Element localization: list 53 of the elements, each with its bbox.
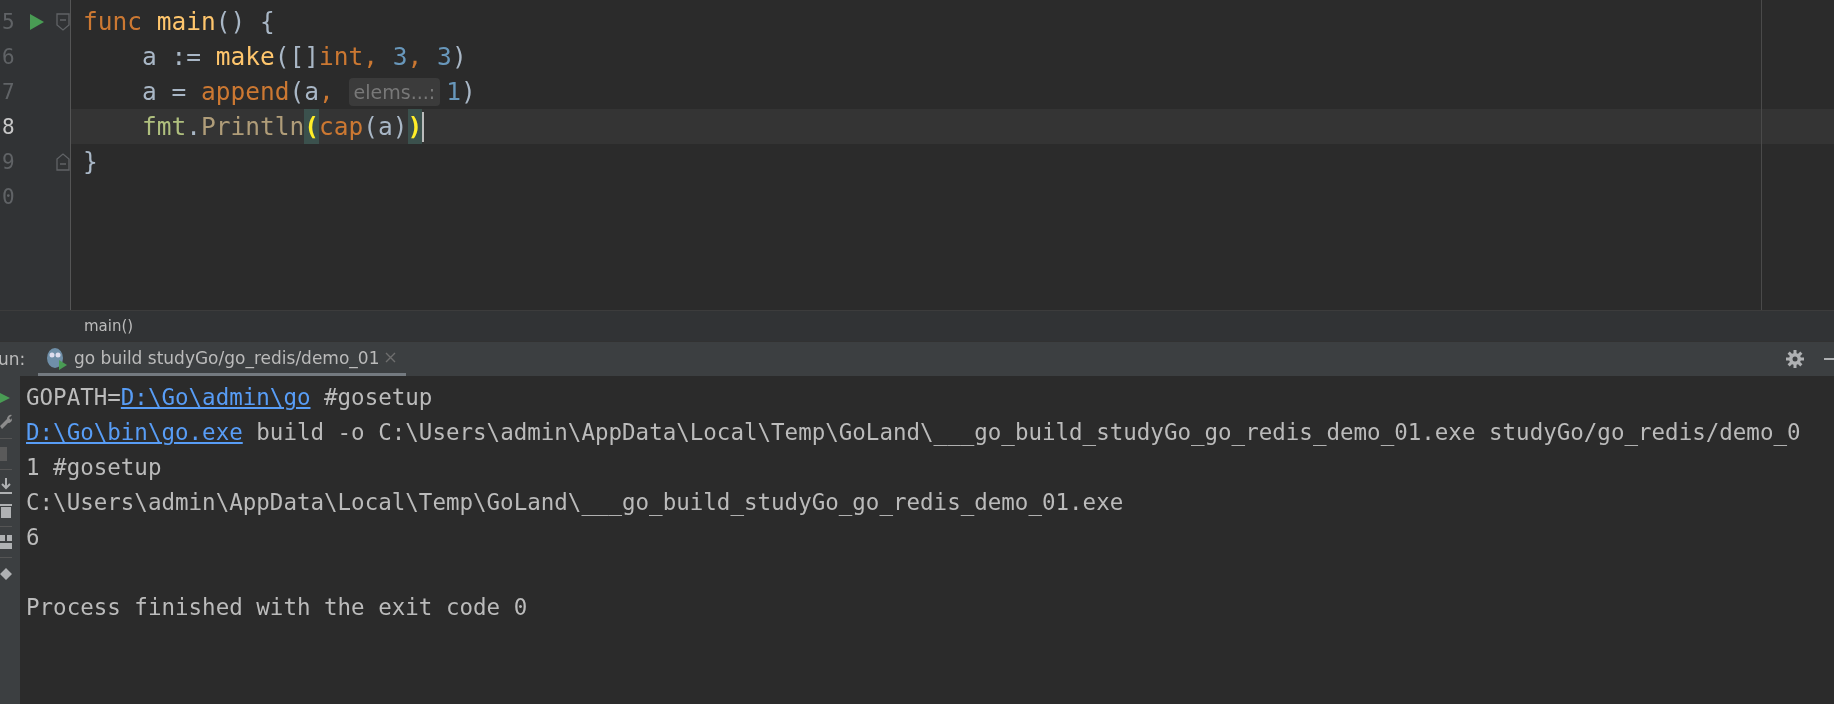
code-token: func <box>83 6 143 38</box>
fold-icon[interactable] <box>56 152 70 171</box>
console-output: Process finished with the exit code 0 <box>26 594 528 620</box>
code-token: , <box>407 41 424 73</box>
parameter-hint: elems...: <box>348 77 441 106</box>
code-token: a = <box>141 76 188 108</box>
settings-icon[interactable] <box>1786 350 1804 368</box>
code-token: } <box>83 146 98 178</box>
code-token: (a) <box>363 111 408 143</box>
code-token: int <box>319 41 364 73</box>
console-output: GOPATH= <box>26 384 121 410</box>
code-token: Println <box>201 111 305 143</box>
wrench-icon[interactable] <box>0 414 12 430</box>
close-icon[interactable] <box>385 352 397 363</box>
code-token: ( <box>304 109 320 144</box>
trash-icon[interactable] <box>0 502 12 518</box>
run-tab[interactable]: go build studyGo/go_redis/demo_01 <box>38 342 407 376</box>
breadcrumb[interactable]: main() <box>84 317 134 335</box>
run-icon[interactable] <box>30 13 45 30</box>
code-token: ) <box>460 76 476 108</box>
minimize-icon[interactable] <box>1824 357 1834 361</box>
gopher-run-icon <box>46 345 68 370</box>
code-token: ) <box>407 109 423 144</box>
text-caret <box>422 111 425 142</box>
code-token: append <box>201 76 290 108</box>
code-token: ([] <box>274 41 320 73</box>
console-output: 6 <box>26 524 40 550</box>
path-link[interactable]: D:\Go\bin\go.exe <box>26 419 243 445</box>
code-token: fmt <box>141 111 187 143</box>
code-token: 3 <box>392 41 408 73</box>
console-output: #gosetup <box>323 384 433 410</box>
code-token: make <box>215 41 275 73</box>
console-output: build -o C:\Users\admin\AppData\Local\Temp\GoLand\___go_build_studyGo_go_redis_demo_01.exe studyGo/go_redis/demo_0 <box>255 419 1801 445</box>
layout-icon[interactable] <box>0 535 12 549</box>
code-token: main <box>156 6 216 38</box>
line-number: 8 <box>1 114 16 139</box>
fold-icon[interactable] <box>56 12 70 31</box>
code-token: 3 <box>437 41 452 73</box>
rerun-icon[interactable] <box>0 390 10 406</box>
code-token: . <box>186 111 202 143</box>
path-link[interactable]: D:\Go\admin\go <box>120 384 311 410</box>
code-token: , <box>319 76 335 108</box>
code-token: cap <box>319 111 364 143</box>
download-icon[interactable] <box>0 478 12 494</box>
code-token: () { <box>215 6 275 38</box>
code-token: 1 <box>446 76 461 108</box>
code-token: ) <box>451 41 467 73</box>
code-token: a := <box>141 41 202 73</box>
code-token: , <box>363 41 380 73</box>
panel-label: un: <box>0 349 27 369</box>
console-output: C:\Users\admin\AppData\Local\Temp\GoLand\___go_build_studyGo_go_redis_demo_01.exe <box>26 489 1124 515</box>
code-token: (a <box>289 76 320 108</box>
console-output: 1 #gosetup <box>26 454 162 480</box>
